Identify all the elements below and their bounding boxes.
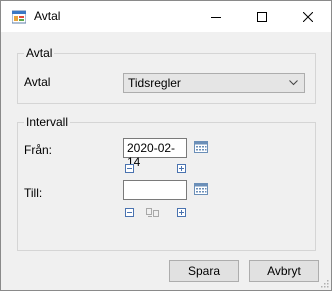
resize-grip-icon[interactable]	[321, 280, 329, 288]
to-date-input[interactable]	[123, 180, 187, 200]
title-bar[interactable]: Avtal	[1, 1, 331, 32]
from-date-input[interactable]: 2020-02-14	[123, 138, 187, 169]
maximize-button[interactable]	[239, 1, 285, 32]
from-calendar-icon[interactable]	[194, 141, 208, 153]
minimize-button[interactable]	[193, 1, 239, 32]
close-button[interactable]	[285, 1, 331, 32]
avtal-label: Avtal	[24, 75, 51, 89]
avtal-combo-value: Tidsregler	[128, 76, 181, 90]
from-label: Från:	[24, 143, 53, 157]
avtal-combobox[interactable]: Tidsregler	[123, 73, 305, 93]
maximize-icon	[257, 11, 267, 22]
to-increase-icon[interactable]	[177, 208, 186, 217]
from-increase-icon[interactable]	[177, 164, 186, 173]
save-button[interactable]: Spara	[169, 260, 239, 282]
from-decrease-icon[interactable]	[125, 164, 134, 173]
cancel-button[interactable]: Avbryt	[249, 260, 319, 282]
avtal-dialog: Avtal Avtal Avtal Tidsregler Intervall F…	[0, 0, 332, 291]
to-label: Till:	[24, 186, 43, 200]
to-decrease-icon[interactable]	[125, 208, 134, 217]
minimize-icon	[211, 16, 221, 18]
window-title: Avtal	[34, 9, 61, 23]
close-icon	[303, 11, 313, 22]
form-app-icon	[12, 10, 26, 24]
chevron-down-icon	[289, 80, 298, 86]
avtal-group-caption: Avtal	[24, 46, 55, 60]
to-calendar-icon[interactable]	[194, 183, 208, 195]
copy-date-icon[interactable]	[145, 207, 161, 218]
intervall-group-caption: Intervall	[24, 115, 71, 129]
